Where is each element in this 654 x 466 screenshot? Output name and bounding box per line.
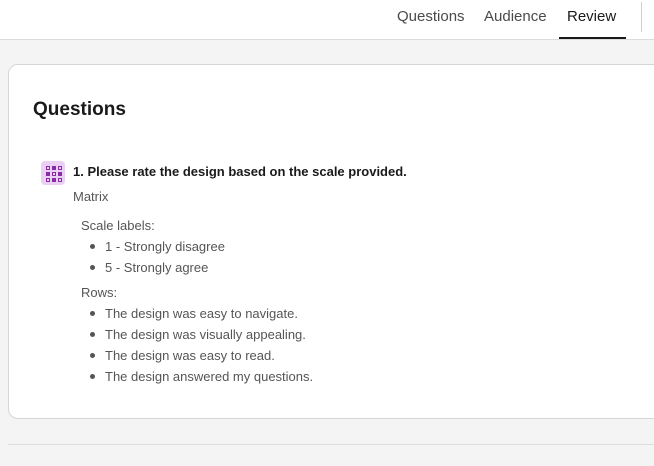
rows-list: The design was easy to navigate. The des… — [81, 303, 313, 387]
scale-labels-list: 1 - Strongly disagree 5 - Strongly agree — [81, 236, 225, 278]
nav-divider — [641, 2, 642, 32]
scale-labels-heading: Scale labels: — [81, 218, 155, 233]
tab-questions[interactable]: Questions — [397, 0, 465, 39]
scale-label-item: 1 - Strongly disagree — [81, 236, 225, 257]
scale-label-item: 5 - Strongly agree — [81, 257, 225, 278]
row-item: The design was visually appealing. — [81, 324, 313, 345]
rows-heading: Rows: — [81, 285, 118, 300]
row-item: The design answered my questions. — [81, 366, 313, 387]
matrix-grid-icon — [41, 161, 65, 185]
review-questions-card: Questions 1. Please rate the design base… — [8, 64, 654, 419]
top-navigation-bar: Questions Audience Review — [0, 0, 654, 40]
question-title: 1. Please rate the design based on the s… — [73, 164, 407, 179]
question-type: Matrix — [73, 189, 109, 204]
tab-review[interactable]: Review — [559, 0, 626, 39]
tab-audience[interactable]: Audience — [484, 0, 547, 39]
row-item: The design was easy to read. — [81, 345, 313, 366]
section-title: Questions — [33, 99, 126, 120]
bottom-divider — [8, 444, 654, 445]
row-item: The design was easy to navigate. — [81, 303, 313, 324]
